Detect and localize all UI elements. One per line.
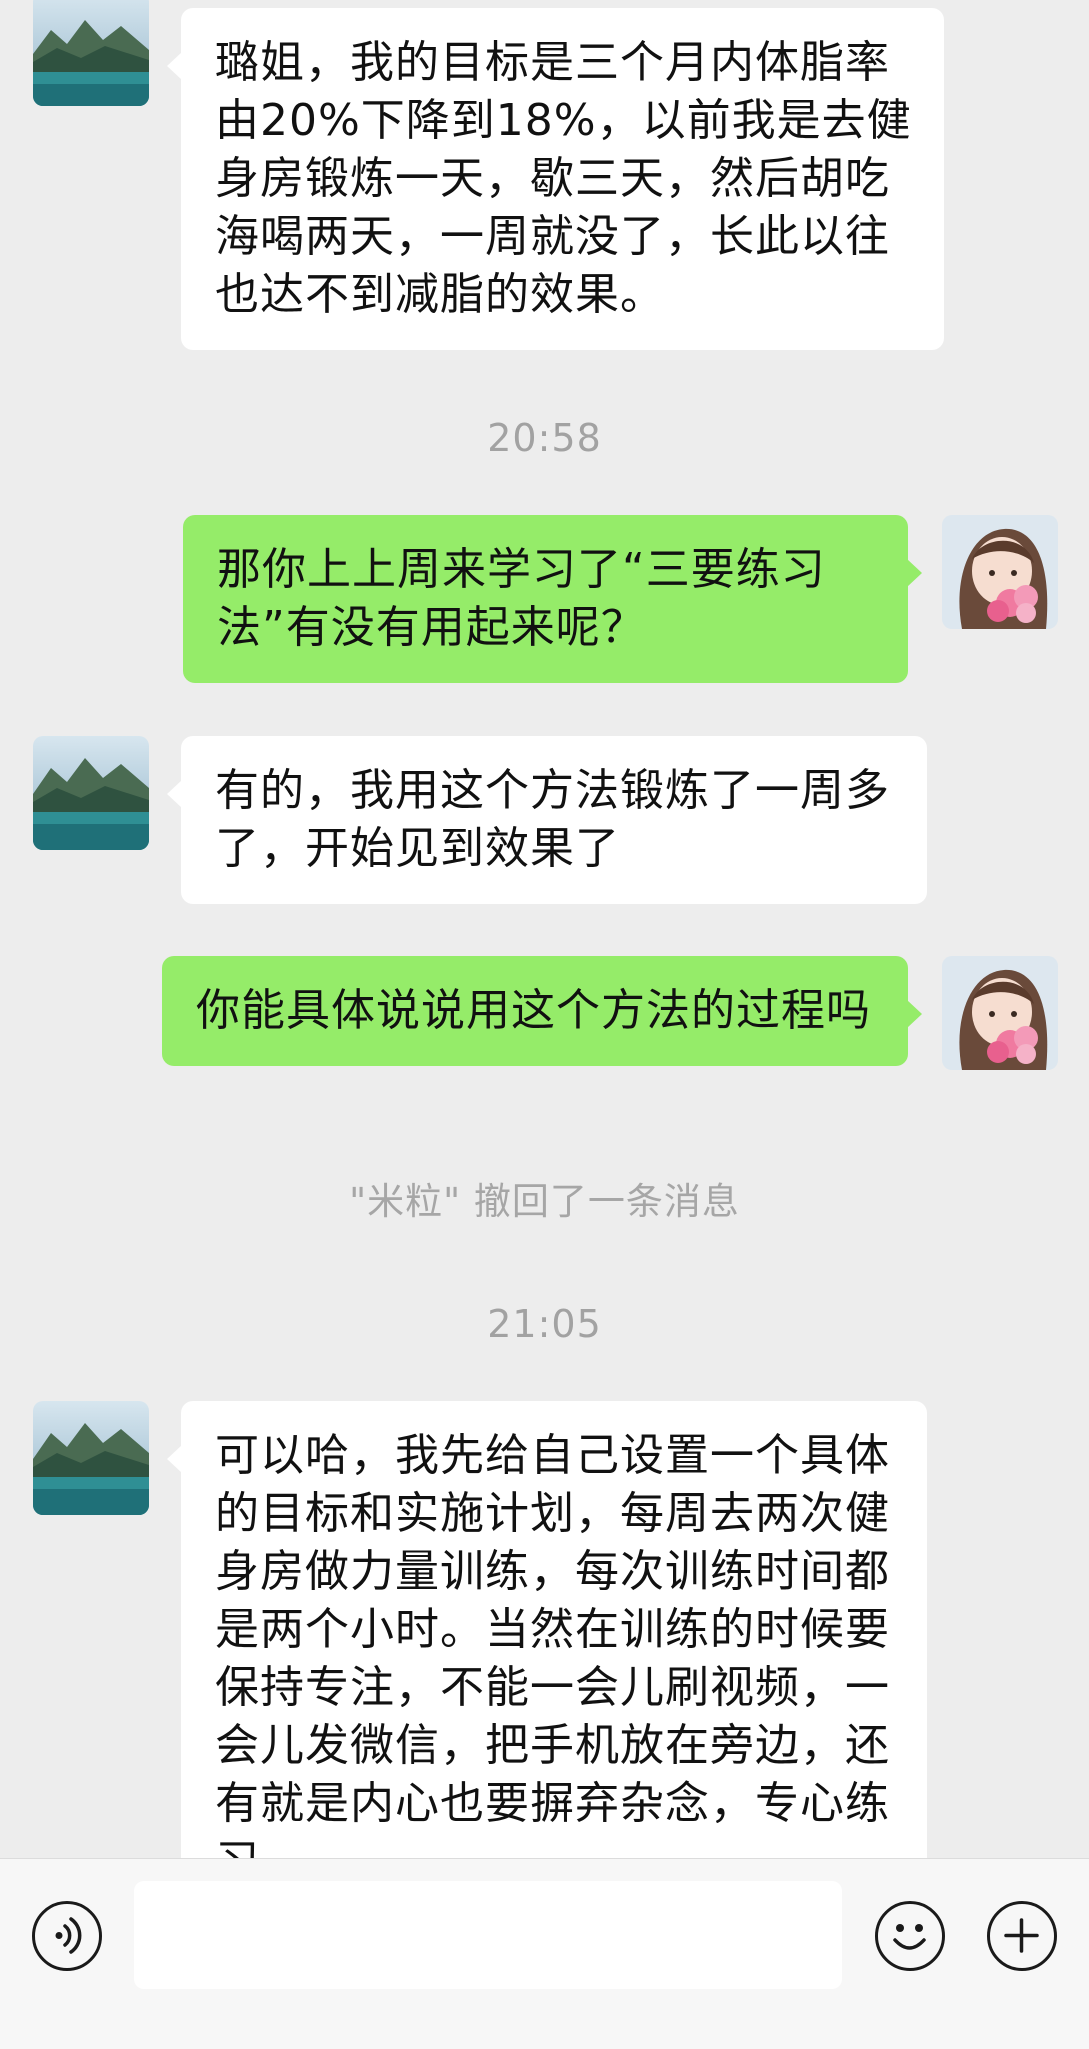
message-text: 璐姐，我的目标是三个月内体脂率由20%下降到18%，以前我是去健身房锻炼一天，歇… (215, 37, 912, 320)
message-bubble-incoming[interactable]: 璐姐，我的目标是三个月内体脂率由20%下降到18%，以前我是去健身房锻炼一天，歇… (167, 8, 944, 350)
message-text: 那你上上周来学习了“三要练习法”有没有用起来呢？ (217, 544, 826, 653)
recall-notice: "米粒" 撤回了一条消息 (349, 1180, 740, 1223)
contact-avatar[interactable] (33, 736, 149, 850)
more-button[interactable] (987, 1901, 1057, 1971)
voice-button[interactable] (32, 1901, 102, 1971)
message-input-bar (0, 1858, 1089, 2049)
emoji-button[interactable] (875, 1901, 945, 1971)
message-text: 你能具体说说用这个方法的过程吗 (196, 985, 871, 1036)
message-bubble-outgoing[interactable]: 你能具体说说用这个方法的过程吗 (162, 956, 922, 1066)
message-timestamp: 21:05 (487, 1302, 602, 1346)
message-input[interactable] (134, 1881, 842, 1989)
message-timestamp: 20:58 (487, 416, 602, 460)
user-avatar[interactable] (942, 515, 1058, 629)
message-bubble-incoming[interactable]: 有的，我用这个方法锻炼了一周多了，开始见到效果了 (167, 736, 927, 904)
plus-icon (1004, 1918, 1039, 1953)
message-text: 有的，我用这个方法锻炼了一周多了，开始见到效果了 (215, 765, 890, 874)
user-avatar[interactable] (942, 956, 1058, 1070)
chat-message-list[interactable]: 璐姐，我的目标是三个月内体脂率由20%下降到18%，以前我是去健身房锻炼一天，歇… (0, 0, 1089, 1858)
voice-icon (55, 1917, 82, 1954)
contact-avatar[interactable] (33, 1401, 149, 1515)
contact-avatar[interactable] (33, 0, 149, 106)
message-bubble-incoming[interactable]: 可以哈，我先给自己设置一个具体的目标和实施计划，每周去两次健身房做力量训练，每次… (167, 1401, 927, 1858)
emoji-icon (893, 1924, 926, 1950)
message-text: 可以哈，我先给自己设置一个具体的目标和实施计划，每周去两次健身房做力量训练，每次… (215, 1430, 890, 1858)
message-bubble-outgoing[interactable]: 那你上上周来学习了“三要练习法”有没有用起来呢？ (183, 515, 922, 683)
